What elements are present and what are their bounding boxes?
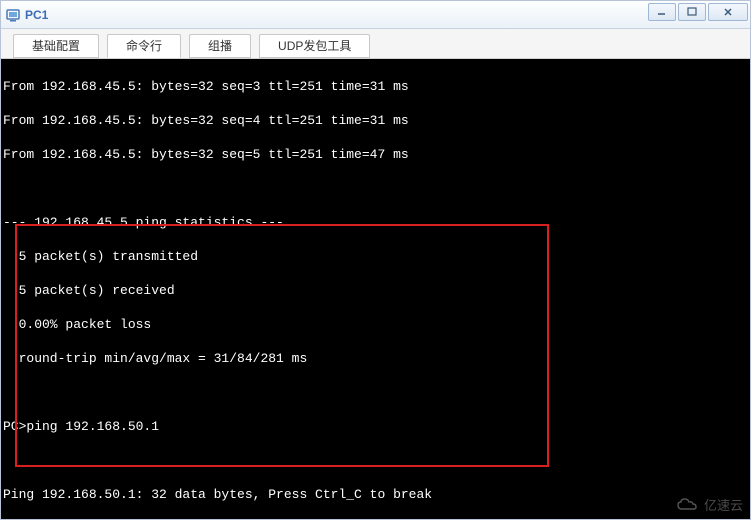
terminal-line: From 192.168.45.5: bytes=32 seq=3 ttl=25… [3,78,748,95]
terminal-line: 5 packet(s) transmitted [3,248,748,265]
watermark: 亿速云 [676,495,743,514]
terminal-line [3,452,748,469]
tab-multicast[interactable]: 组播 [189,34,251,58]
tab-bar: 基础配置 命令行 组播 UDP发包工具 [1,29,750,59]
terminal-output[interactable]: From 192.168.45.5: bytes=32 seq=3 ttl=25… [1,59,750,519]
terminal-line: --- 192.168.45.5 ping statistics --- [3,214,748,231]
terminal-line: From 192.168.45.5: bytes=32 seq=4 ttl=25… [3,112,748,129]
tab-udp-tool[interactable]: UDP发包工具 [259,34,370,58]
cloud-icon [676,497,700,513]
terminal-line [3,180,748,197]
terminal-line: From 192.168.45.5: bytes=32 seq=5 ttl=25… [3,146,748,163]
app-window: PC1 基础配置 命令行 组播 UDP发包工具 From 192.168.45.… [0,0,751,520]
terminal-line: Ping 192.168.50.1: 32 data bytes, Press … [3,486,748,503]
terminal-line: 5 packet(s) received [3,282,748,299]
terminal-line: round-trip min/avg/max = 31/84/281 ms [3,350,748,367]
terminal-prompt-line: PC>ping 192.168.50.1 [3,418,748,435]
app-icon [5,7,21,23]
window-title: PC1 [25,8,48,22]
minimize-button[interactable] [648,3,676,21]
tab-command-line[interactable]: 命令行 [107,34,181,58]
window-controls [648,3,748,21]
title-bar: PC1 [1,1,750,29]
tab-basic-config[interactable]: 基础配置 [13,34,99,58]
terminal-line [3,384,748,401]
watermark-text: 亿速云 [704,495,743,514]
terminal-line: 0.00% packet loss [3,316,748,333]
close-button[interactable] [708,3,748,21]
maximize-button[interactable] [678,3,706,21]
